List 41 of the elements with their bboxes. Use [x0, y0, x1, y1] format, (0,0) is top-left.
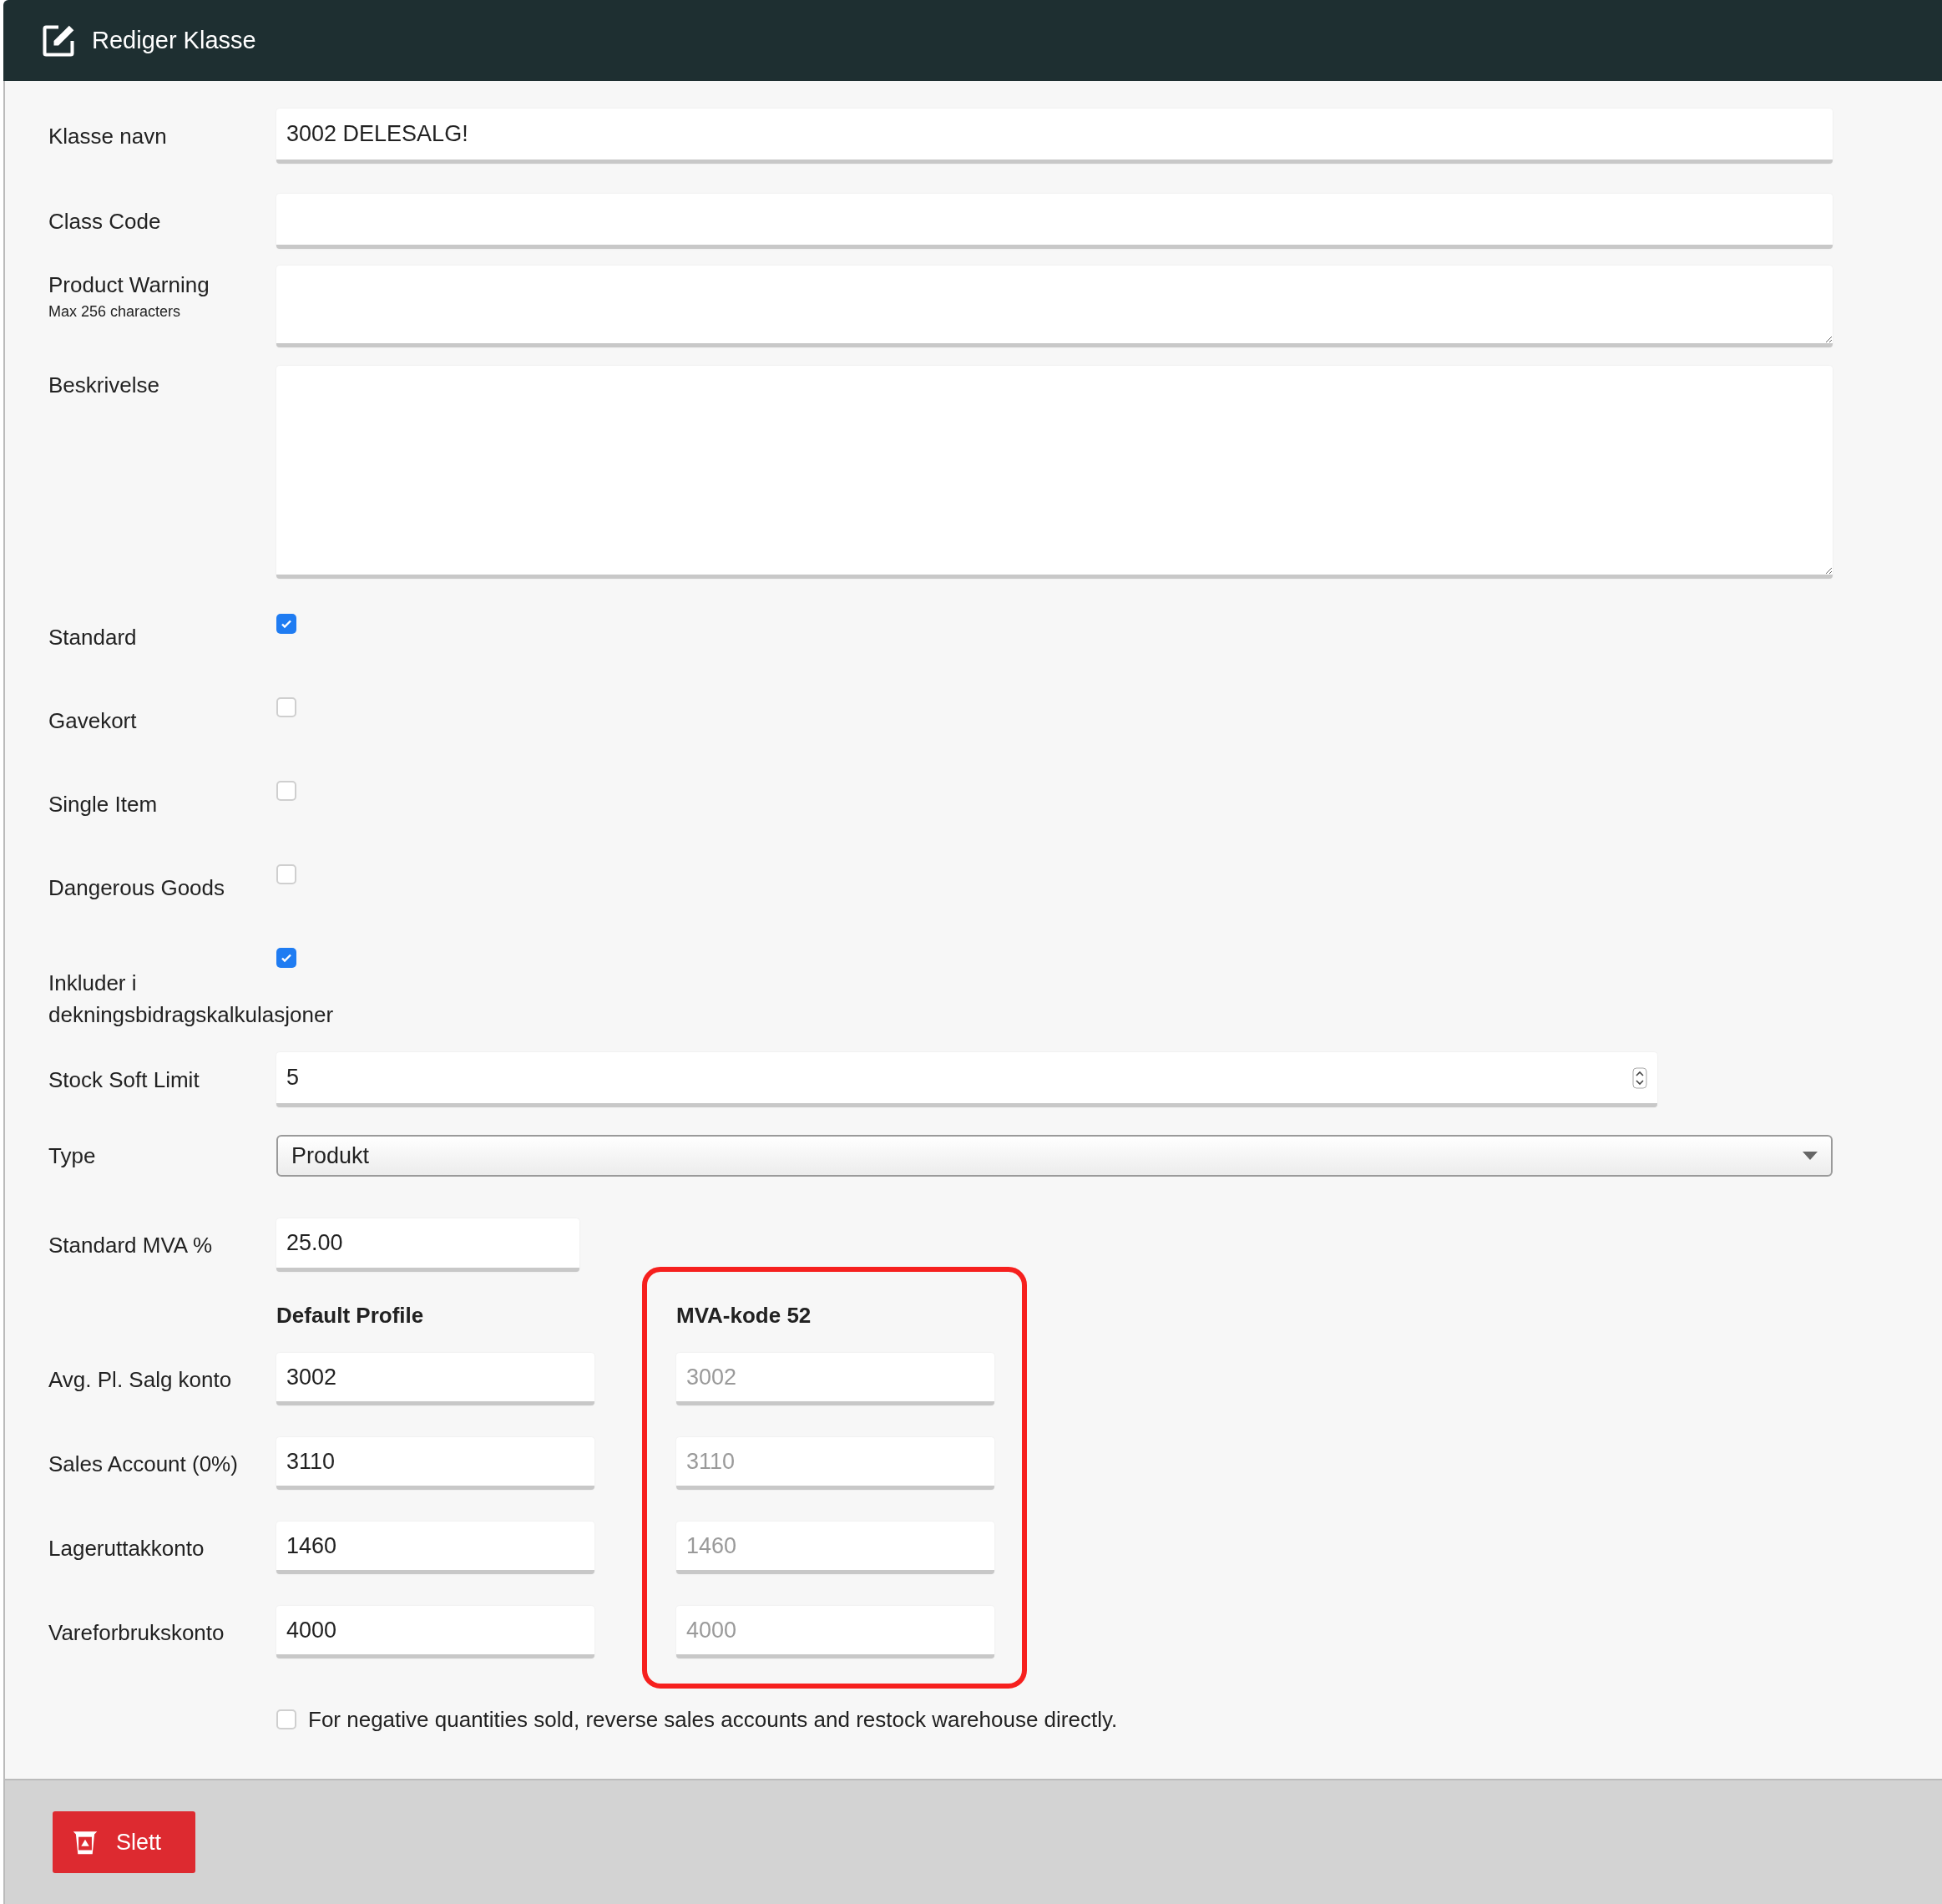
text-area[interactable] [276, 266, 1833, 347]
account-field[interactable]: 3110 [276, 1437, 594, 1490]
field-label: Class Code [48, 208, 162, 235]
checkbox[interactable] [276, 697, 296, 717]
field-label: Product Warning [48, 271, 210, 299]
field-label: Standard MVA % [48, 1232, 214, 1259]
field-hint: Max 256 characters [48, 302, 182, 322]
field-label: Avg. Pl. Salg konto [48, 1365, 232, 1394]
field-label: Inkluder i dekningsbidragskalkulasjoner [48, 970, 334, 1029]
checkbox[interactable] [276, 1709, 296, 1729]
field-label: Stock Soft Limit [48, 1066, 200, 1094]
field-label: Single Item [48, 791, 158, 818]
field-label: Gavekort [48, 707, 137, 735]
delete-button[interactable]: Slett [53, 1811, 195, 1873]
checkbox[interactable] [276, 781, 296, 801]
column-heading: MVA-kode 52 [676, 1303, 812, 1328]
text-area[interactable] [276, 366, 1833, 579]
account-field[interactable]: 3002 [276, 1353, 594, 1405]
spinner-icon[interactable] [1632, 1066, 1647, 1089]
field-label: Type [48, 1142, 97, 1170]
field-label: Lageruttakkonto [48, 1534, 205, 1562]
field-label: Dangerous Goods [48, 874, 225, 902]
text-field[interactable] [276, 194, 1833, 249]
number-field[interactable]: 5 [276, 1052, 1657, 1107]
text-field[interactable]: 3002 DELESALG! [276, 109, 1833, 164]
column-heading: Default Profile [276, 1303, 424, 1328]
field-label: Beskrivelse [48, 372, 160, 399]
type-select[interactable]: Produkt [276, 1135, 1833, 1177]
field-label: Klasse navn [48, 123, 168, 150]
field-label: Vareforbrukskonto [48, 1618, 225, 1647]
field-label: Standard [48, 624, 137, 651]
account-field[interactable]: 1460 [276, 1522, 594, 1574]
caret-icon [1803, 1152, 1818, 1160]
account-field[interactable]: 4000 [276, 1606, 594, 1658]
option-label: For negative quantities sold, reverse sales accounts and restock warehouse directly. [308, 1706, 1118, 1734]
checkbox[interactable] [276, 864, 296, 884]
checkbox[interactable] [276, 614, 296, 634]
field-label: Sales Account (0%) [48, 1450, 238, 1478]
text-field[interactable]: 25.00 [276, 1218, 579, 1272]
page-title: Rediger Klasse [92, 25, 256, 55]
checkbox[interactable] [276, 948, 296, 968]
